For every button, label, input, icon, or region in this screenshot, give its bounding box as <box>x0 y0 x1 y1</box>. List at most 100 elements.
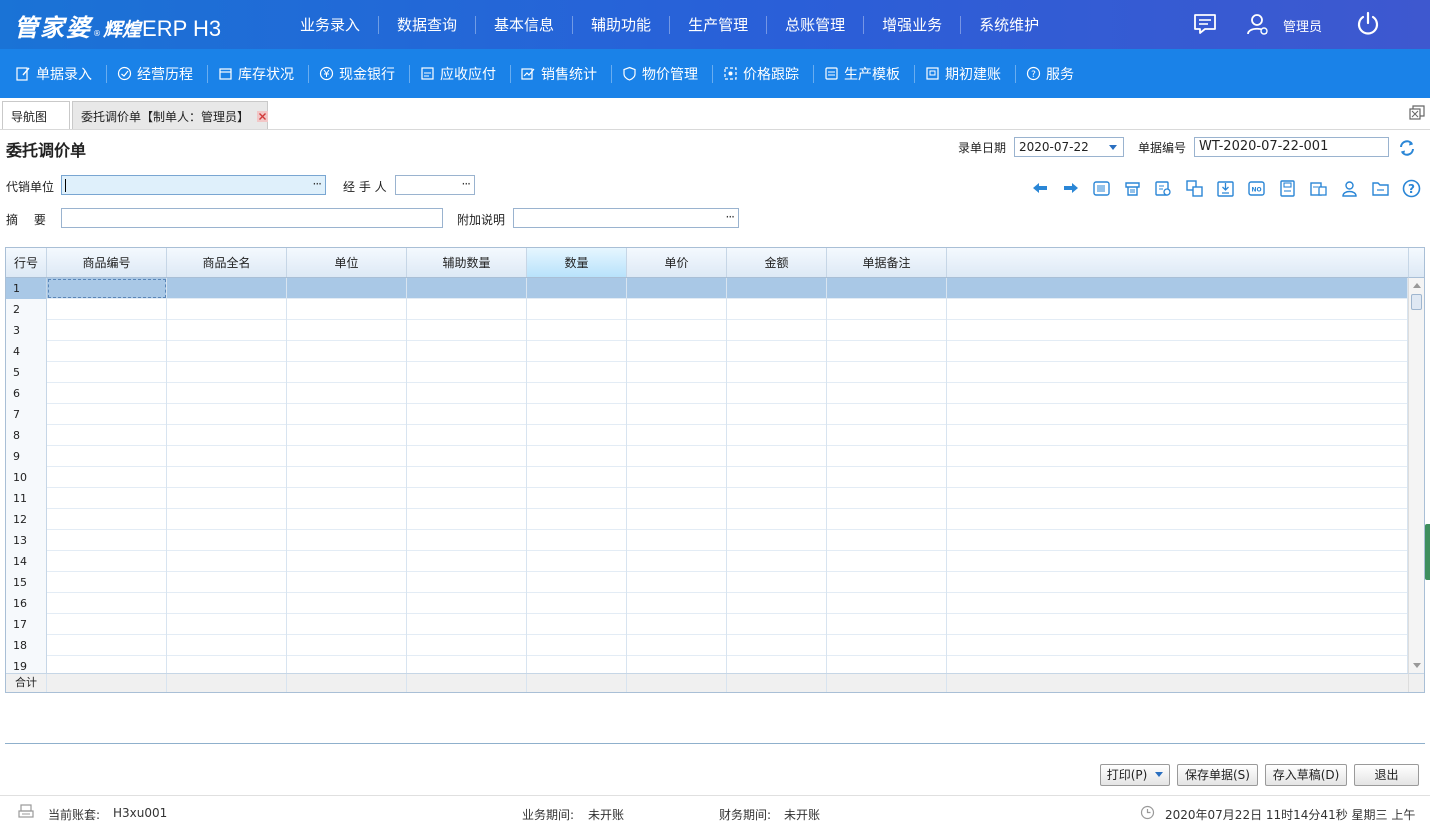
calculate-icon[interactable] <box>1303 177 1334 199</box>
grid-cell[interactable] <box>527 572 627 593</box>
table-row[interactable]: 14 <box>6 551 1408 572</box>
grid-cell[interactable] <box>827 404 947 425</box>
grid-cell[interactable] <box>727 530 827 551</box>
grid-cell[interactable] <box>167 572 287 593</box>
grid-cell[interactable] <box>527 593 627 614</box>
more-icon[interactable]: ··· <box>313 177 323 191</box>
table-row[interactable]: 16 <box>6 593 1408 614</box>
grid-cell[interactable] <box>527 509 627 530</box>
grid-cell[interactable] <box>527 278 627 299</box>
tab-navigation[interactable]: 导航图 <box>2 101 70 129</box>
quick-document-entry[interactable]: 单据录入 <box>6 64 107 83</box>
quick-service[interactable]: ? 服务 <box>1016 65 1088 83</box>
menu-enhanced[interactable]: 增强业务 <box>864 15 962 34</box>
grid-cell[interactable] <box>407 572 527 593</box>
grid-cell[interactable] <box>167 404 287 425</box>
table-row[interactable]: 18 <box>6 635 1408 656</box>
grid-cell[interactable] <box>47 320 167 341</box>
grid-cell[interactable] <box>47 404 167 425</box>
document-settings-icon[interactable] <box>1148 177 1179 199</box>
grid-cell[interactable] <box>287 572 407 593</box>
grid-cell[interactable] <box>287 614 407 635</box>
quick-receivable-payable[interactable]: 应收应付 <box>410 64 511 83</box>
grid-cell[interactable] <box>627 551 727 572</box>
grid-cell[interactable] <box>947 341 1408 362</box>
grid-cell[interactable] <box>947 635 1408 656</box>
grid-cell[interactable] <box>827 635 947 656</box>
grid-cell[interactable] <box>527 362 627 383</box>
grid-cell[interactable] <box>727 446 827 467</box>
grid-cell[interactable] <box>947 299 1408 320</box>
table-row[interactable]: 1 <box>6 278 1408 299</box>
current-user-name[interactable]: 管理员 <box>1283 16 1322 35</box>
column-header-aux-quantity[interactable]: 辅助数量 <box>407 248 527 277</box>
grid-cell[interactable] <box>627 488 727 509</box>
grid-cell[interactable] <box>167 362 287 383</box>
grid-cell[interactable] <box>287 299 407 320</box>
grid-cell[interactable] <box>167 467 287 488</box>
grid-cell[interactable] <box>287 509 407 530</box>
grid-cell[interactable] <box>287 446 407 467</box>
table-row[interactable]: 8 <box>6 425 1408 446</box>
column-header-unit-price[interactable]: 单价 <box>627 248 727 277</box>
grid-cell[interactable] <box>527 530 627 551</box>
grid-cell[interactable] <box>407 551 527 572</box>
number-icon[interactable]: NO <box>1241 177 1272 199</box>
grid-cell[interactable] <box>167 530 287 551</box>
grid-cell[interactable] <box>527 404 627 425</box>
save-draft-button[interactable]: 存入草稿(D) <box>1265 764 1347 786</box>
grid-cell[interactable] <box>47 635 167 656</box>
grid-cell[interactable] <box>827 383 947 404</box>
grid-cell[interactable] <box>47 341 167 362</box>
grid-cell[interactable] <box>627 320 727 341</box>
grid-cell[interactable] <box>727 341 827 362</box>
grid-cell[interactable] <box>947 404 1408 425</box>
menu-production[interactable]: 生产管理 <box>670 15 768 34</box>
doc-number-field[interactable]: WT-2020-07-22-001 <box>1194 137 1389 157</box>
table-row[interactable]: 3 <box>6 320 1408 341</box>
grid-cell[interactable] <box>727 635 827 656</box>
grid-cell[interactable] <box>167 593 287 614</box>
grid-cell[interactable] <box>947 362 1408 383</box>
grid-cell[interactable] <box>47 530 167 551</box>
grid-cell[interactable] <box>727 404 827 425</box>
grid-cell[interactable] <box>167 320 287 341</box>
save-icon[interactable] <box>1272 177 1303 199</box>
grid-cell[interactable] <box>407 320 527 341</box>
refresh-icon[interactable] <box>1398 139 1416 157</box>
tab-consignment-price-adjust[interactable]: 委托调价单【制单人：管理员】 <box>72 101 268 129</box>
grid-cell[interactable] <box>47 467 167 488</box>
menu-general-ledger[interactable]: 总账管理 <box>767 15 865 34</box>
grid-cell[interactable] <box>627 635 727 656</box>
grid-cell[interactable] <box>287 341 407 362</box>
grid-cell[interactable] <box>167 425 287 446</box>
scroll-down-icon[interactable] <box>1413 663 1421 668</box>
save-document-button[interactable]: 保存单据(S) <box>1177 764 1258 786</box>
grid-cell[interactable] <box>627 530 727 551</box>
grid-cell[interactable] <box>407 404 527 425</box>
grid-cell[interactable] <box>47 425 167 446</box>
grid-cell[interactable] <box>627 509 727 530</box>
grid-cell[interactable] <box>827 488 947 509</box>
print-preview-icon[interactable] <box>1117 177 1148 199</box>
folder-icon[interactable] <box>1365 177 1396 199</box>
grid-cell[interactable] <box>407 299 527 320</box>
grid-cell[interactable] <box>407 488 527 509</box>
grid-cell[interactable] <box>827 341 947 362</box>
column-header-remark[interactable]: 单据备注 <box>827 248 947 277</box>
grid-cell[interactable] <box>287 362 407 383</box>
grid-cell[interactable] <box>727 614 827 635</box>
grid-cell[interactable] <box>407 635 527 656</box>
grid-cell[interactable] <box>827 593 947 614</box>
grid-cell[interactable] <box>287 425 407 446</box>
grid-cell[interactable] <box>627 593 727 614</box>
grid-cell[interactable] <box>727 572 827 593</box>
grid-cell[interactable] <box>527 551 627 572</box>
grid-cell[interactable] <box>167 488 287 509</box>
grid-cell[interactable] <box>287 635 407 656</box>
grid-cell[interactable] <box>287 320 407 341</box>
grid-cell[interactable] <box>827 362 947 383</box>
message-icon[interactable] <box>1192 12 1218 36</box>
grid-cell[interactable] <box>727 509 827 530</box>
grid-cell[interactable] <box>47 446 167 467</box>
